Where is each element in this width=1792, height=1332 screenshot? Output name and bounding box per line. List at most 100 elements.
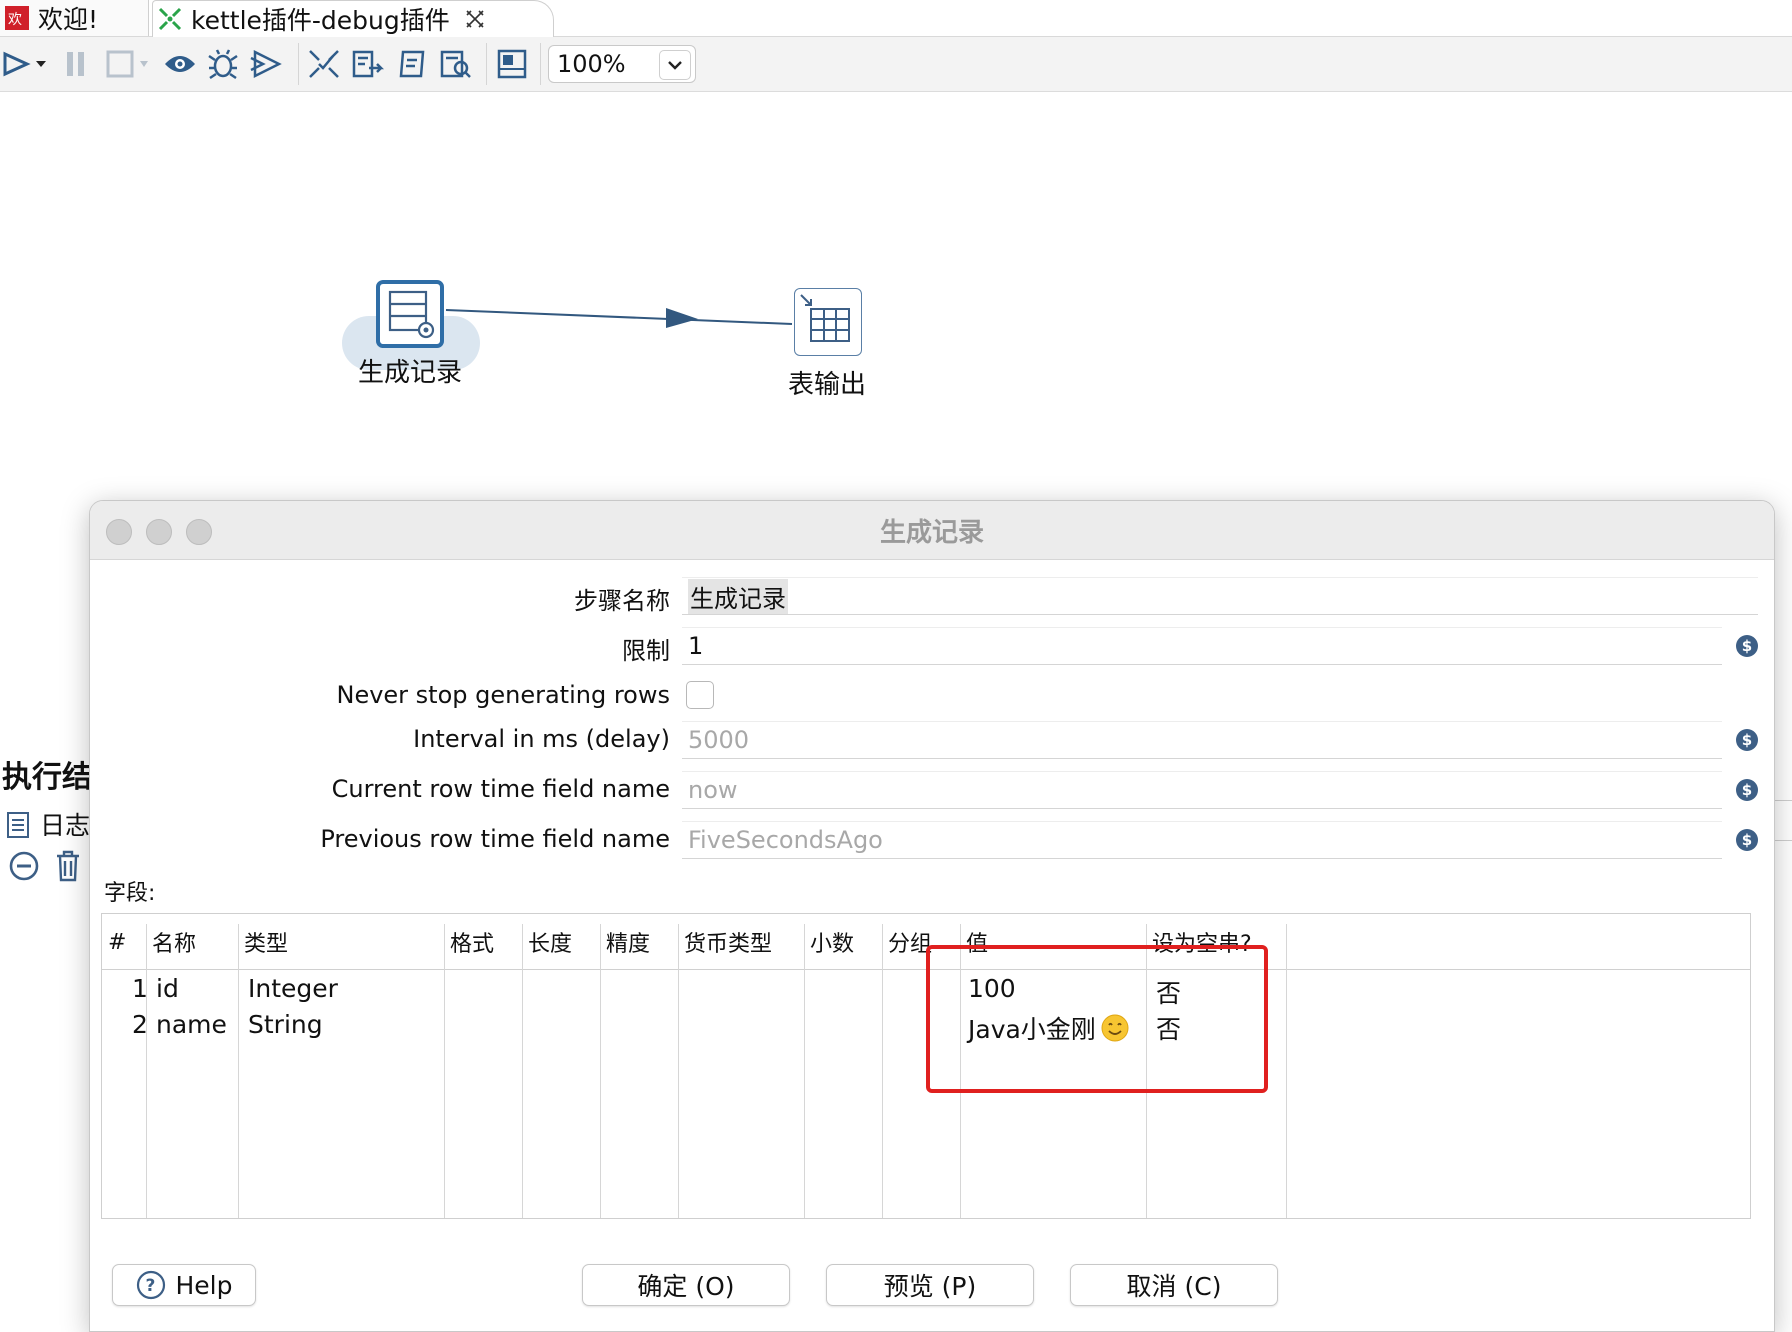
ok-button[interactable]: 确定 (O) bbox=[582, 1264, 790, 1306]
toolbar-separator bbox=[540, 43, 541, 85]
preview-icon[interactable] bbox=[162, 47, 198, 81]
fields-section-label: 字段: bbox=[104, 881, 156, 906]
limit-label: 限制 bbox=[622, 637, 670, 665]
svg-text:?: ? bbox=[145, 1276, 155, 1296]
field-type-cell[interactable]: String bbox=[248, 1010, 323, 1039]
col-header-currency[interactable]: 货币类型 bbox=[678, 914, 804, 970]
variable-icon[interactable]: $ bbox=[1736, 635, 1758, 657]
show-results-icon[interactable] bbox=[494, 47, 530, 81]
toolbar-separator bbox=[298, 43, 299, 85]
row-number: 1 bbox=[132, 974, 148, 1003]
toolbar-separator bbox=[486, 43, 487, 85]
column-divider bbox=[600, 924, 601, 1218]
column-divider bbox=[804, 924, 805, 1218]
help-icon: ? bbox=[136, 1270, 166, 1300]
collapse-icon[interactable] bbox=[8, 850, 40, 886]
current-row-label: Current row time field name bbox=[331, 775, 670, 803]
field-type-cell[interactable]: Integer bbox=[248, 974, 338, 1003]
highlight-annotation-box bbox=[926, 945, 1268, 1093]
previous-row-input[interactable]: FiveSecondsAgo bbox=[682, 821, 1722, 859]
field-name-cell[interactable]: name bbox=[156, 1010, 227, 1039]
tab-transformation[interactable]: kettle插件-debug插件 bbox=[152, 0, 554, 37]
generate-rows-dialog: 生成记录 步骤名称 生成记录 限制 1 $ Never stop generat… bbox=[89, 500, 1775, 1332]
interval-label: Interval in ms (delay) bbox=[413, 725, 670, 753]
step-generate-rows[interactable]: 生成记录 bbox=[342, 280, 480, 406]
verify-icon[interactable] bbox=[306, 47, 342, 81]
log-tab[interactable]: 日志 bbox=[6, 806, 90, 842]
preview-button[interactable]: 预览 (P) bbox=[826, 1264, 1034, 1306]
generate-rows-icon bbox=[376, 280, 444, 348]
interval-input[interactable]: 5000 bbox=[682, 721, 1722, 759]
run-dropdown-icon[interactable] bbox=[34, 47, 48, 81]
step-name-value: 生成记录 bbox=[688, 578, 788, 614]
pause-icon[interactable] bbox=[62, 47, 90, 81]
chevron-down-icon[interactable] bbox=[659, 50, 691, 80]
analyze-impact-icon[interactable] bbox=[350, 47, 386, 81]
step-table-output[interactable]: 表输出 bbox=[780, 288, 900, 408]
run-icon[interactable] bbox=[0, 47, 32, 81]
current-row-value: now bbox=[688, 776, 738, 804]
column-divider bbox=[444, 924, 445, 1218]
row-number: 2 bbox=[132, 1010, 148, 1039]
variable-icon[interactable]: $ bbox=[1736, 829, 1758, 851]
step-generate-rows-label: 生成记录 bbox=[358, 358, 463, 388]
column-divider bbox=[678, 924, 679, 1218]
column-divider bbox=[522, 924, 523, 1218]
stop-icon[interactable] bbox=[104, 47, 136, 81]
col-header-decimal[interactable]: 小数 bbox=[804, 914, 882, 970]
svg-text:欢: 欢 bbox=[8, 12, 22, 28]
tab-transformation-label: kettle插件-debug插件 bbox=[191, 6, 450, 35]
tab-welcome[interactable]: 欢 欢迎! bbox=[0, 0, 149, 36]
tab-bar: 欢 欢迎! kettle插件-debug插件 bbox=[0, 0, 1792, 37]
step-table-output-label: 表输出 bbox=[788, 370, 867, 400]
current-row-input[interactable]: now bbox=[682, 771, 1722, 809]
col-header-name[interactable]: 名称 bbox=[146, 914, 238, 970]
step-name-label: 步骤名称 bbox=[574, 587, 670, 615]
limit-input[interactable]: 1 bbox=[682, 627, 1722, 665]
column-divider bbox=[1286, 924, 1287, 1218]
step-name-input[interactable]: 生成记录 bbox=[682, 577, 1758, 615]
zoom-select[interactable]: 100% bbox=[548, 45, 696, 83]
explore-db-icon[interactable] bbox=[438, 47, 474, 81]
col-header-length[interactable]: 长度 bbox=[522, 914, 600, 970]
field-name-cell[interactable]: id bbox=[156, 974, 179, 1003]
tab-welcome-label: 欢迎! bbox=[38, 5, 99, 34]
cancel-button[interactable]: 取消 (C) bbox=[1070, 1264, 1278, 1306]
never-stop-checkbox[interactable] bbox=[686, 681, 714, 709]
welcome-icon: 欢 bbox=[4, 5, 30, 31]
execution-results-panel: 执行结 日志 bbox=[0, 744, 92, 894]
previous-row-value: FiveSecondsAgo bbox=[688, 826, 883, 854]
stop-dropdown-icon[interactable] bbox=[138, 47, 150, 81]
table-output-icon bbox=[794, 288, 862, 356]
zoom-value: 100% bbox=[557, 50, 626, 78]
interval-value: 5000 bbox=[688, 726, 750, 754]
transformation-canvas[interactable]: 生成记录 表输出 bbox=[0, 92, 1792, 500]
column-divider bbox=[882, 924, 883, 1218]
transformation-icon bbox=[157, 6, 183, 32]
replay-icon[interactable] bbox=[248, 47, 284, 81]
execution-results-title: 执行结 bbox=[2, 760, 92, 795]
debug-icon[interactable] bbox=[206, 47, 240, 81]
limit-value: 1 bbox=[688, 632, 704, 660]
variable-icon[interactable]: $ bbox=[1736, 729, 1758, 751]
column-divider bbox=[238, 924, 239, 1218]
col-header-format[interactable]: 格式 bbox=[444, 914, 522, 970]
sql-icon[interactable] bbox=[394, 47, 430, 81]
arrow-icon[interactable] bbox=[444, 302, 794, 342]
variable-icon[interactable]: $ bbox=[1736, 779, 1758, 801]
help-button[interactable]: ? Help bbox=[112, 1264, 256, 1306]
close-tab-icon[interactable] bbox=[464, 8, 486, 30]
toolbar: 100% bbox=[0, 37, 1792, 92]
col-header-precision[interactable]: 精度 bbox=[600, 914, 678, 970]
log-icon bbox=[6, 810, 30, 838]
log-tab-label: 日志 bbox=[40, 811, 91, 840]
column-divider bbox=[146, 924, 147, 1218]
previous-row-label: Previous row time field name bbox=[320, 825, 670, 853]
help-button-label: Help bbox=[175, 1270, 233, 1300]
dialog-titlebar: 生成记录 bbox=[90, 501, 1774, 560]
dialog-title: 生成记录 bbox=[879, 517, 984, 548]
col-header-type[interactable]: 类型 bbox=[238, 914, 444, 970]
trash-icon[interactable] bbox=[54, 850, 82, 886]
col-header-number[interactable]: # bbox=[102, 914, 146, 970]
never-stop-label: Never stop generating rows bbox=[336, 681, 670, 709]
